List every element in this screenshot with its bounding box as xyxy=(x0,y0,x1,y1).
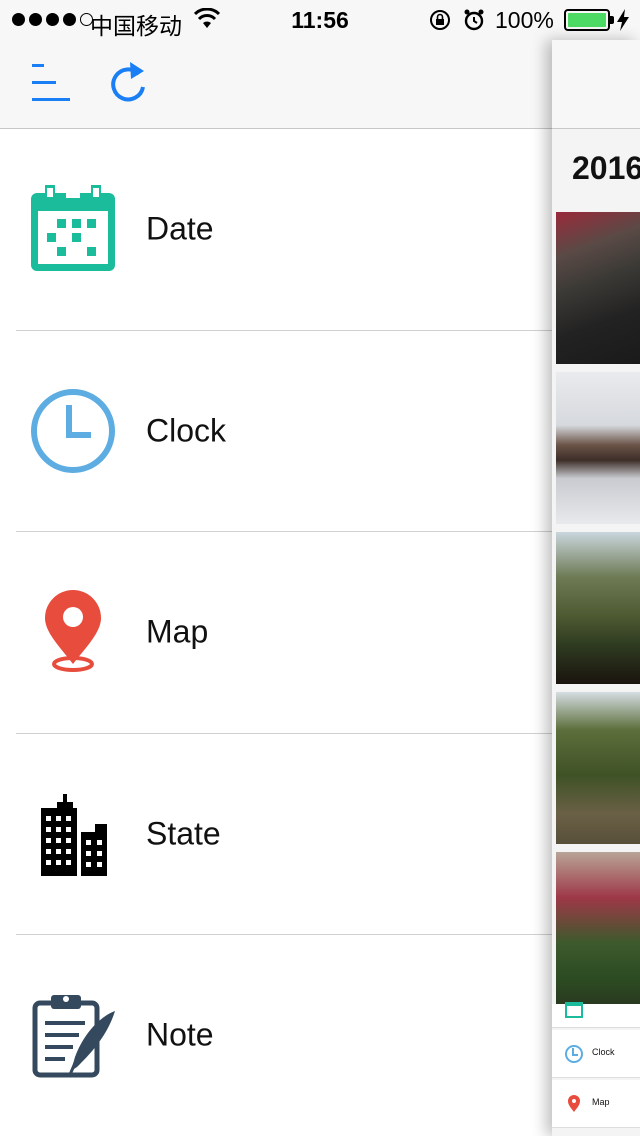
photo-thumbnail[interactable] xyxy=(556,532,640,684)
menu-item-map[interactable]: Map xyxy=(16,532,552,734)
mini-list-item-clock[interactable]: Clock xyxy=(552,1030,640,1078)
map-pin-icon xyxy=(28,587,118,677)
menu-item-label: Date xyxy=(146,210,214,247)
battery-fill xyxy=(568,13,606,27)
battery-percent: 100% xyxy=(495,7,554,33)
drawer-toolbar xyxy=(0,40,552,129)
status-bar: 中国移动 11:56 100% xyxy=(0,0,640,40)
calendar-icon xyxy=(28,184,118,274)
mini-list-item-map[interactable]: Map xyxy=(552,1080,640,1128)
photo-thumbnail[interactable] xyxy=(556,852,640,1004)
mini-item-label: Map xyxy=(592,1097,610,1107)
menu-icon[interactable] xyxy=(30,60,74,106)
map-pin-icon xyxy=(568,1095,580,1112)
battery-icon xyxy=(564,9,614,31)
rotation-lock-icon xyxy=(428,8,452,38)
buildings-icon xyxy=(28,789,118,879)
menu-list: Date Clock Map State Note xyxy=(0,129,552,1136)
menu-item-date[interactable]: Date xyxy=(16,129,552,331)
mini-item-label: Clock xyxy=(592,1047,615,1057)
clock-icon xyxy=(565,1045,583,1063)
menu-item-label: Map xyxy=(146,613,209,650)
refresh-icon[interactable] xyxy=(106,60,150,106)
clipboard-quill-icon xyxy=(28,990,118,1080)
clock-icon xyxy=(28,386,118,476)
menu-item-label: Clock xyxy=(146,412,227,449)
charging-icon xyxy=(616,8,630,38)
menu-item-note[interactable]: Note xyxy=(16,935,552,1136)
menu-item-clock[interactable]: Clock xyxy=(16,331,552,532)
side-menu-drawer: Date Clock Map State Note xyxy=(0,40,552,1136)
alarm-icon xyxy=(462,8,486,38)
menu-item-label: State xyxy=(146,815,221,852)
menu-item-label: Note xyxy=(146,1016,214,1053)
year-heading: 2016 xyxy=(572,150,640,186)
menu-item-state[interactable]: State xyxy=(16,734,552,935)
main-content-peek[interactable]: 2016 Clock Map xyxy=(552,40,640,1136)
photo-thumbnail[interactable] xyxy=(556,372,640,524)
mini-list-item xyxy=(552,1002,640,1028)
content-toolbar xyxy=(552,40,640,129)
photo-thumbnail[interactable] xyxy=(556,692,640,844)
photo-thumbnail[interactable] xyxy=(556,212,640,364)
